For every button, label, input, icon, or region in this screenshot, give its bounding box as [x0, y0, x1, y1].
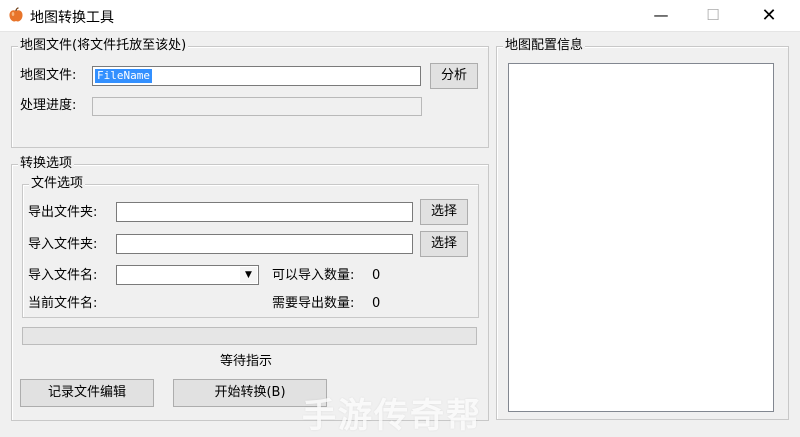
apple-icon: [8, 7, 24, 23]
minimize-button[interactable]: —: [638, 0, 684, 31]
convert-options-legend: 转换选项: [18, 156, 75, 172]
export-select-button[interactable]: 选择: [420, 199, 468, 225]
import-folder-input[interactable]: [116, 234, 413, 254]
edit-record-button[interactable]: 记录文件编辑: [20, 379, 154, 407]
maximize-button[interactable]: ☐: [690, 0, 736, 31]
file-options-legend: 文件选项: [29, 176, 86, 192]
map-config-legend: 地图配置信息: [503, 38, 586, 54]
export-folder-input[interactable]: [116, 202, 413, 222]
map-file-input[interactable]: FileName: [92, 66, 421, 86]
map-file-label: 地图文件:: [20, 68, 77, 83]
analyze-button[interactable]: 分析: [430, 63, 478, 89]
map-file-value: FileName: [95, 69, 152, 83]
convert-progress-bar: [22, 327, 477, 345]
importable-count-label: 可以导入数量:: [272, 268, 355, 283]
progress-label: 处理进度:: [20, 98, 77, 113]
import-folder-label: 导入文件夹:: [28, 237, 98, 252]
close-button[interactable]: ✕: [746, 0, 792, 31]
watermark-text: 手游传奇帮: [302, 396, 482, 436]
map-config-list[interactable]: [508, 63, 774, 412]
import-filename-label: 导入文件名:: [28, 268, 98, 283]
map-file-legend: 地图文件(将文件托放至该处): [18, 38, 189, 54]
status-text: 等待指示: [220, 354, 273, 369]
import-select-button[interactable]: 选择: [420, 231, 468, 257]
export-count-value: 0: [372, 296, 381, 311]
current-filename-label: 当前文件名:: [28, 296, 98, 311]
window-title: 地图转换工具: [30, 10, 114, 26]
export-count-label: 需要导出数量:: [272, 296, 355, 311]
import-filename-dropdown[interactable]: ▼: [116, 265, 259, 285]
importable-count-value: 0: [372, 268, 381, 283]
title-bar: 地图转换工具 — ☐ ✕: [0, 0, 800, 32]
process-progress-bar: [92, 97, 422, 116]
dropdown-arrow-icon[interactable]: ▼: [240, 267, 257, 283]
export-folder-label: 导出文件夹:: [28, 205, 98, 220]
